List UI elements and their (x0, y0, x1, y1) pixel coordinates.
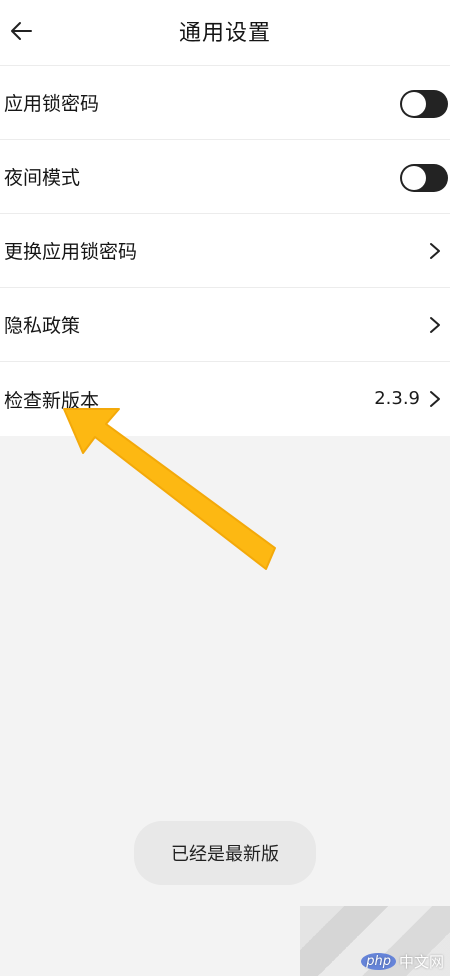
setting-privacy-policy[interactable]: 隐私政策 (0, 288, 450, 362)
general-settings-page: 通用设置 应用锁密码 夜间模式 更换应用锁密码 隐私政策 检查新版本 2.3.9… (0, 0, 450, 976)
toast-message: 已经是最新版 (134, 821, 316, 885)
watermark: php 中文网 (300, 906, 450, 976)
chevron-right-icon (430, 317, 440, 333)
setting-label: 夜间模式 (4, 167, 81, 189)
page-title: 通用设置 (178, 21, 271, 46)
setting-app-lock-password[interactable]: 应用锁密码 (0, 66, 450, 140)
watermark-text: 中文网 (398, 953, 444, 971)
app-lock-toggle[interactable] (400, 90, 448, 118)
php-logo-icon: php (361, 953, 396, 970)
watermark-label: php 中文网 (361, 951, 444, 972)
toggle-knob (402, 92, 426, 116)
settings-panel: 通用设置 应用锁密码 夜间模式 更换应用锁密码 隐私政策 检查新版本 2.3.9 (0, 0, 450, 436)
settings-list: 应用锁密码 夜间模式 更换应用锁密码 隐私政策 检查新版本 2.3.9 (0, 66, 450, 436)
toggle-knob (402, 166, 426, 190)
version-value: 2.3.9 (374, 388, 420, 409)
setting-check-update[interactable]: 检查新版本 2.3.9 (0, 362, 450, 436)
setting-night-mode[interactable]: 夜间模式 (0, 140, 450, 214)
chevron-right-icon (430, 391, 440, 407)
setting-label: 更换应用锁密码 (4, 241, 138, 263)
setting-label: 应用锁密码 (4, 93, 100, 115)
night-mode-toggle[interactable] (400, 164, 448, 192)
header-bar: 通用设置 (0, 0, 450, 66)
setting-change-app-lock-password[interactable]: 更换应用锁密码 (0, 214, 450, 288)
chevron-right-icon (430, 243, 440, 259)
setting-label: 隐私政策 (4, 315, 81, 337)
